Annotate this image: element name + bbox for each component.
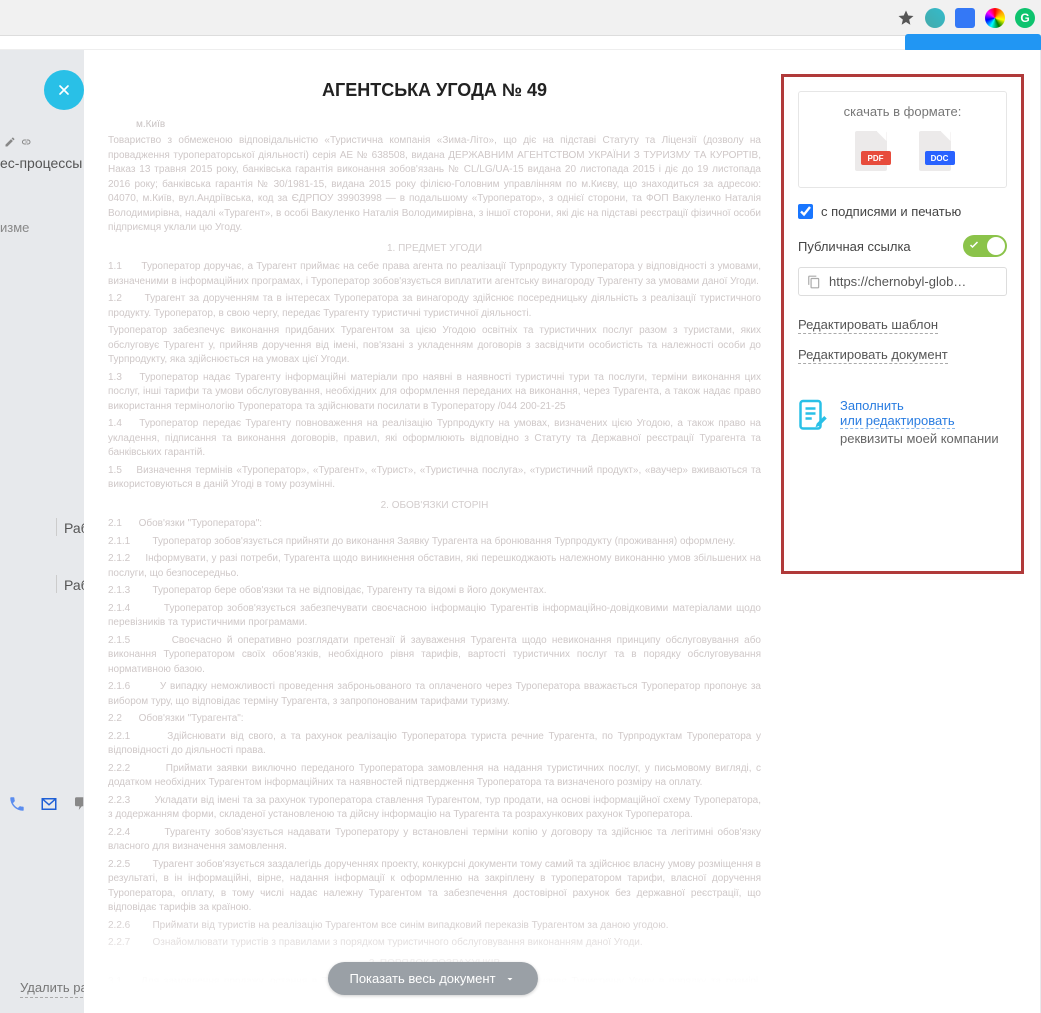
download-doc-button[interactable]: DOC <box>919 131 951 171</box>
extension-icon[interactable] <box>955 8 975 28</box>
document-preview-pane: АГЕНТСЬКА УГОДА № 49 м.Київ Товариство з… <box>84 50 781 1013</box>
link-icon <box>20 136 32 148</box>
fill-requisites-link[interactable]: Заполнить или редактировать <box>840 398 955 429</box>
public-link-value: https://chernobyl-glob… <box>829 274 966 289</box>
chevron-down-icon <box>504 973 516 985</box>
signatures-checkbox[interactable] <box>798 204 813 219</box>
download-title: скачать в формате: <box>807 104 998 119</box>
app-top-strip <box>0 36 1041 50</box>
browser-chrome: G <box>0 0 1041 36</box>
document-edit-icon <box>798 398 828 434</box>
download-card: скачать в формате: PDF DOC <box>798 91 1007 188</box>
divider <box>56 518 57 536</box>
extension-icon[interactable] <box>925 8 945 28</box>
document-title: АГЕНТСЬКА УГОДА № 49 <box>108 80 761 101</box>
public-link-label: Публичная ссылка <box>798 239 911 254</box>
show-full-label: Показать весь документ <box>349 971 495 986</box>
phone-icon[interactable] <box>8 795 26 813</box>
fill-link-line2: или редактировать <box>840 413 955 428</box>
show-full-document-button[interactable]: Показать весь документ <box>327 962 537 995</box>
edit-template-link[interactable]: Редактировать шаблон <box>798 317 938 334</box>
mail-icon[interactable] <box>40 795 58 813</box>
close-modal-button[interactable] <box>44 70 84 110</box>
doc-badge: DOC <box>925 151 955 165</box>
document-city: м.Київ <box>136 119 761 130</box>
delete-link[interactable]: Удалить ра <box>20 980 88 998</box>
edit-document-link[interactable]: Редактировать документ <box>798 347 948 364</box>
document-actions-panel: скачать в формате: PDF DOC с подписями и… <box>781 74 1024 574</box>
document-body: Товариство з обмеженою відповідальністю … <box>108 134 761 1004</box>
fill-sub-label: реквизиты моей компании <box>840 431 999 446</box>
pdf-badge: PDF <box>861 151 891 165</box>
download-pdf-button[interactable]: PDF <box>855 131 887 171</box>
fill-link-line1: Заполнить <box>840 398 904 413</box>
public-link-toggle[interactable] <box>963 235 1007 257</box>
extension-icon[interactable] <box>985 8 1005 28</box>
public-link-row: Публичная ссылка <box>798 235 1007 257</box>
signatures-label: с подписями и печатью <box>821 204 961 219</box>
document-modal: АГЕНТСЬКА УГОДА № 49 м.Київ Товариство з… <box>84 50 1040 1013</box>
bookmark-star-icon[interactable] <box>897 9 915 27</box>
fill-requisites-block: Заполнить или редактировать реквизиты мо… <box>798 398 1007 446</box>
public-link-field[interactable]: https://chernobyl-glob… <box>798 267 1007 296</box>
copy-icon <box>807 275 821 289</box>
background-label: изме <box>0 220 29 235</box>
background-label: ес-процессы <box>0 155 82 171</box>
check-icon <box>968 239 980 251</box>
comm-icons <box>8 795 90 813</box>
pencil-icon <box>4 136 16 148</box>
signatures-checkbox-row[interactable]: с подписями и печатью <box>798 204 1007 219</box>
grammarly-extension-icon[interactable]: G <box>1015 8 1035 28</box>
close-icon <box>56 82 72 98</box>
divider <box>56 575 57 593</box>
